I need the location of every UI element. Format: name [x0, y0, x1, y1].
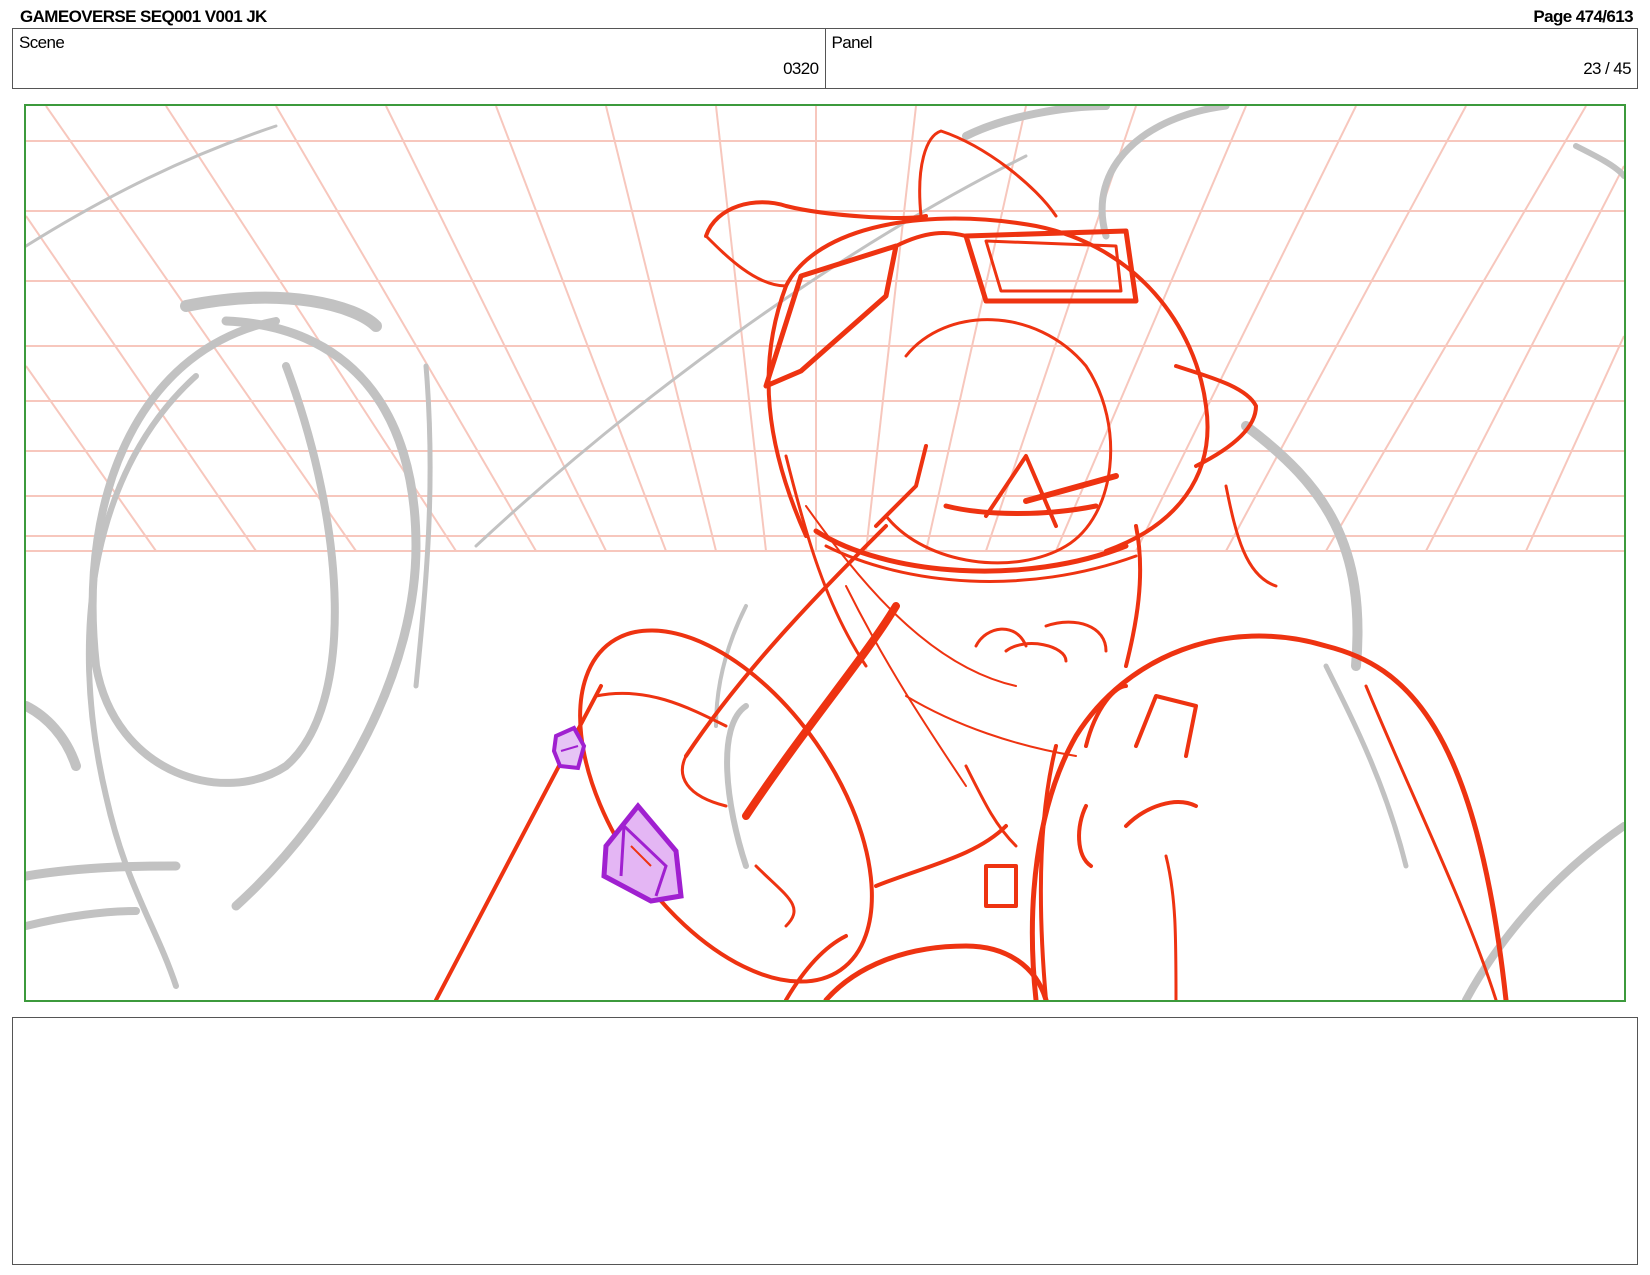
panel-notes-box — [12, 1017, 1638, 1265]
panel-cell: Panel 23 / 45 — [824, 29, 1638, 88]
scene-cell: Scene 0320 — [13, 29, 825, 88]
background-sketch — [26, 106, 1624, 1000]
storyboard-sketch — [26, 106, 1624, 1000]
panel-value: 23 / 45 — [1583, 59, 1631, 78]
storyboard-panel-frame — [24, 104, 1626, 1002]
scene-label: Scene — [19, 33, 65, 52]
page-number: Page 474/613 — [1533, 7, 1633, 26]
gem-sketch — [551, 725, 684, 904]
scene-value: 0320 — [783, 59, 819, 78]
panel-label: Panel — [831, 33, 873, 52]
scene-panel-info-row: Scene 0320 Panel 23 / 45 — [12, 28, 1638, 89]
document-title: GAMEOVERSE SEQ001 V001 JK — [20, 7, 267, 26]
